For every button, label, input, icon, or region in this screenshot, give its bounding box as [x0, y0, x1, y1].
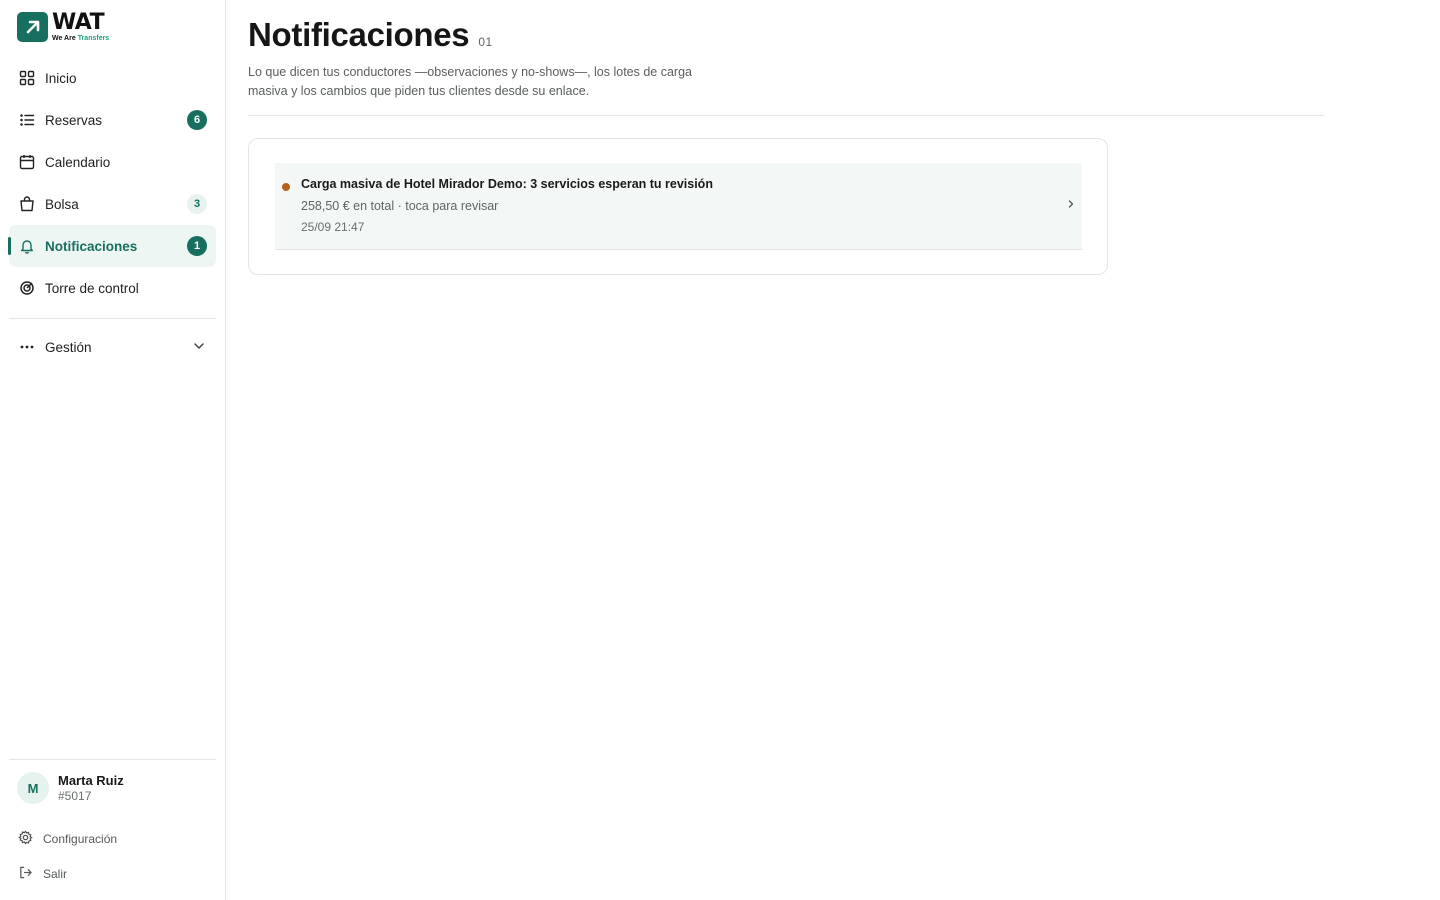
notification-time: 25/09 21:47	[301, 220, 365, 234]
page-title: Notificaciones	[248, 16, 470, 53]
avatar: M	[17, 772, 49, 804]
logo[interactable]: WAT We Are Transfers	[17, 12, 109, 42]
page-subtitle: Lo que dicen tus conductores —observacio…	[248, 65, 692, 98]
chevron-down-icon	[192, 339, 206, 358]
nav-divider	[9, 318, 216, 319]
nav-item-calendario[interactable]: Calendario	[9, 141, 216, 183]
gear-icon	[18, 830, 33, 848]
list-icon	[19, 112, 35, 128]
notification-title: Carga masiva de Hotel Mirador Demo: 3 se…	[301, 177, 713, 191]
logout-label: Salir	[43, 867, 68, 881]
sidebar: WAT We Are Transfers Inicio Reservas 6 C…	[0, 0, 226, 900]
gestion-label: Gestión	[45, 339, 92, 355]
notification-count: 01	[478, 35, 493, 49]
arrow-up-right-icon	[17, 12, 48, 42]
logout-link[interactable]: Salir	[18, 865, 67, 883]
user-name: Marta Ruiz	[58, 773, 124, 788]
user-id: #5017	[58, 789, 92, 803]
nav-item-inicio[interactable]: Inicio	[9, 57, 216, 99]
user-profile[interactable]: M Marta Ruiz #5017	[17, 772, 124, 804]
nav-item-notificaciones[interactable]: Notificaciones 1	[8, 225, 216, 267]
chevron-right-icon	[1066, 197, 1076, 213]
notifications-card: Carga masiva de Hotel Mirador Demo: 3 se…	[248, 138, 1108, 275]
grid-icon	[19, 70, 35, 86]
nav-label: Bolsa	[45, 196, 79, 212]
reservas-count-badge: 6	[187, 110, 207, 130]
nav-item-bolsa[interactable]: Bolsa 3	[9, 183, 216, 225]
notification-subtitle: 258,50 € en total · toca para revisar	[301, 199, 499, 213]
nav-item-reservas[interactable]: Reservas 6	[9, 99, 216, 141]
notification-item[interactable]: Carga masiva de Hotel Mirador Demo: 3 se…	[275, 163, 1082, 250]
brand-name: WAT	[52, 10, 105, 35]
unread-dot	[282, 183, 290, 191]
bag-icon	[19, 196, 35, 212]
nav-label: Calendario	[45, 154, 111, 170]
nav-label: Torre de control	[45, 280, 139, 296]
bolsa-count-badge: 3	[187, 194, 207, 214]
nav-label: Notificaciones	[45, 238, 138, 254]
nav-label: Inicio	[45, 70, 77, 86]
brand-tagline: We Are Transfers	[52, 35, 110, 42]
page-header: Notificaciones 01	[248, 16, 493, 54]
header-divider	[248, 115, 1324, 116]
more-dots-icon	[19, 339, 35, 355]
target-icon	[19, 280, 35, 296]
bell-icon	[19, 238, 35, 254]
calendar-icon	[19, 154, 35, 170]
settings-link[interactable]: Configuración	[18, 830, 117, 848]
main-nav: Inicio Reservas 6 Calendario Bolsa 3 Not…	[8, 57, 216, 309]
notificaciones-count-badge: 1	[187, 236, 207, 256]
logout-icon	[18, 865, 33, 883]
footer-divider	[9, 759, 216, 760]
gestion-toggle[interactable]: Gestión	[9, 327, 216, 367]
nav-label: Reservas	[45, 112, 103, 128]
nav-item-torre-de-control[interactable]: Torre de control	[9, 267, 216, 309]
settings-label: Configuración	[43, 832, 118, 846]
